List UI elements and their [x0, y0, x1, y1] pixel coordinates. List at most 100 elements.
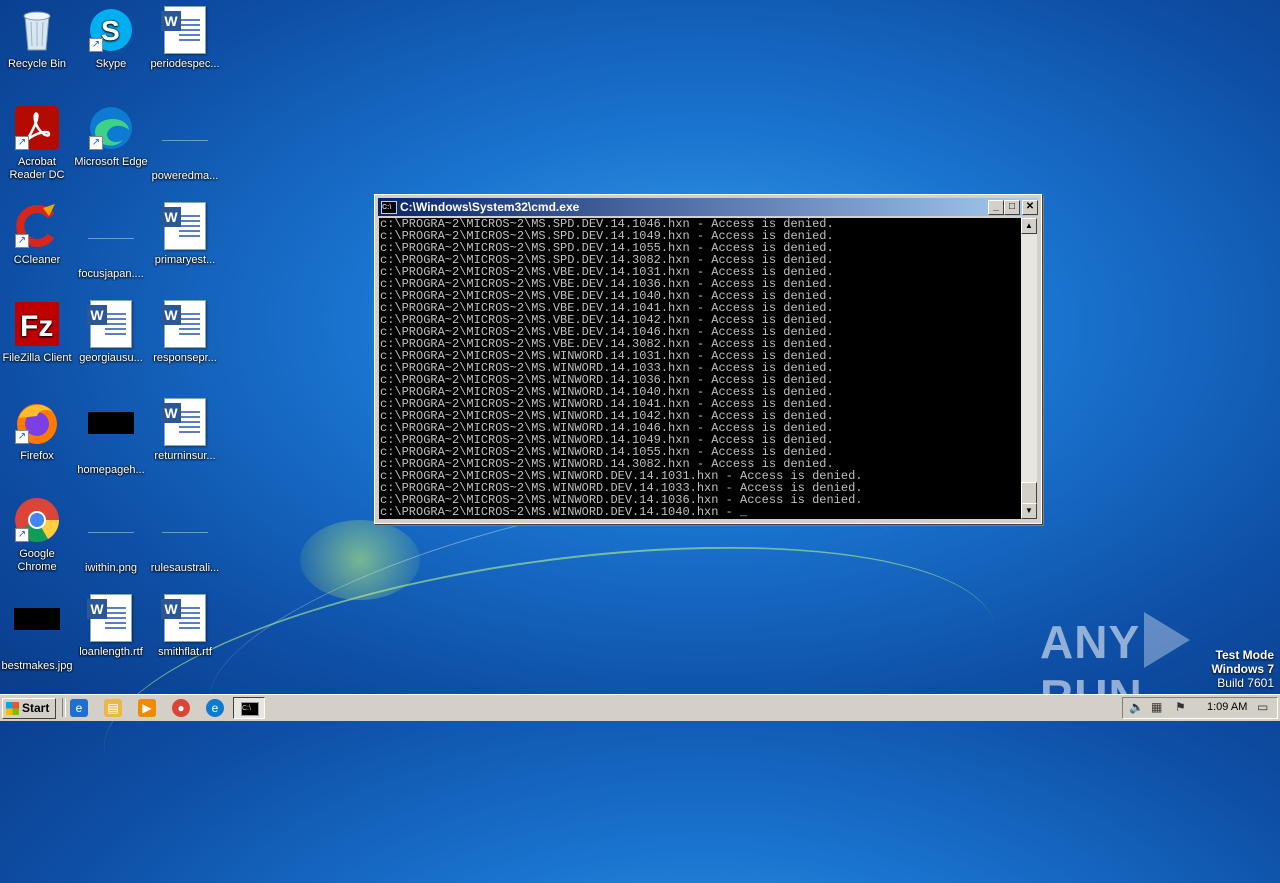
action-center-flag-icon[interactable]: ⚑: [1175, 700, 1186, 714]
recycle-bin-icon: [13, 6, 61, 54]
build-label: Build 7601: [1217, 676, 1274, 690]
scroll-thumb[interactable]: [1021, 482, 1037, 504]
desktop-icon-georgiausu[interactable]: W georgiausu...: [74, 300, 148, 365]
desktop-icon-label: bestmakes.jpg: [1, 660, 73, 672]
desktop-icon-filezilla[interactable]: Fz FileZilla Client: [0, 300, 74, 365]
desktop-icon-label: CCleaner: [13, 254, 61, 266]
taskbar-separator: [62, 698, 66, 717]
chrome-taskbar-icon[interactable]: ●: [172, 699, 190, 717]
system-tray: 🔈 ▦ ⚑ 1:09 AM ▭: [1122, 697, 1278, 719]
desktop-icon-label: Acrobat Reader DC: [9, 156, 65, 181]
desktop-icon-label: Firefox: [20, 450, 54, 462]
show-desktop-icon[interactable]: ▭: [1257, 700, 1268, 714]
desktop-icon-smithflat[interactable]: W smithflat.rtf: [148, 594, 222, 659]
edge-taskbar-icon[interactable]: e: [206, 699, 224, 717]
shortcut-arrow-icon: ↗: [15, 136, 29, 150]
shortcut-arrow-icon: ↗: [89, 38, 103, 52]
image-thumbnail-icon: [13, 608, 61, 656]
word-document-icon: W: [161, 202, 209, 250]
desktop-icon-label: returninsur...: [154, 450, 216, 462]
svg-text:S: S: [101, 15, 120, 46]
desktop-icon-primaryest[interactable]: W primaryest...: [148, 202, 222, 267]
windows-logo-icon: [6, 702, 19, 715]
word-document-icon: W: [161, 594, 209, 642]
word-document-icon: W: [87, 594, 135, 642]
desktop-icon-periodespec[interactable]: W periodespec...: [148, 6, 222, 71]
desktop-icon-returninsur[interactable]: W returninsur...: [148, 398, 222, 463]
desktop-icon-skype[interactable]: S ↗ Skype: [74, 6, 148, 71]
desktop-icon-bestmakes[interactable]: bestmakes.jpg: [0, 594, 74, 673]
word-document-icon: W: [161, 300, 209, 348]
scroll-down-button[interactable]: ▼: [1021, 503, 1037, 519]
word-document-icon: W: [161, 6, 209, 54]
desktop-icon-label: Microsoft Edge: [74, 156, 148, 168]
desktop-icon-label: poweredma...: [151, 170, 219, 182]
play-icon: [1144, 612, 1191, 668]
desktop-icon-iwithin[interactable]: iwithin.png: [74, 496, 148, 575]
wallpaper-glow: [300, 520, 420, 600]
os-label: Windows 7: [1211, 662, 1274, 676]
minimize-button[interactable]: _: [988, 200, 1004, 215]
test-mode-notice: Test Mode Windows 7 Build 7601: [1211, 648, 1274, 690]
network-icon[interactable]: ▦: [1151, 700, 1162, 714]
filezilla-icon: Fz: [13, 300, 61, 348]
shortcut-arrow-icon: ↗: [15, 528, 29, 542]
internet-explorer-icon[interactable]: e: [70, 699, 88, 717]
desktop-icon-label: georgiausu...: [79, 352, 143, 364]
clock[interactable]: 1:09 AM: [1207, 701, 1247, 713]
image-thumbnail-icon: [87, 412, 135, 460]
desktop-icon-loanlength[interactable]: W loanlength.rtf: [74, 594, 148, 659]
cmd-output-text: c:\PROGRA~2\MICROS~2\MS.SPD.DEV.14.1046.…: [379, 218, 1021, 518]
taskbar-cmd-button[interactable]: C:\: [233, 697, 265, 719]
desktop-icon-firefox[interactable]: ↗ Firefox: [0, 398, 74, 463]
cmd-taskbar-icon: C:\: [241, 702, 259, 716]
desktop-icon-label: primaryest...: [154, 254, 216, 266]
desktop-icon-label: periodespec...: [150, 58, 220, 70]
desktop-icon-ccleaner[interactable]: ↗ CCleaner: [0, 202, 74, 267]
ccleaner-icon: ↗: [13, 202, 61, 250]
desktop-icon-label: Recycle Bin: [7, 58, 67, 70]
file-explorer-icon[interactable]: ▤: [104, 699, 122, 717]
desktop-icon-responsepr[interactable]: W responsepr...: [148, 300, 222, 365]
cmd-window[interactable]: C:\ C:\Windows\System32\cmd.exe _ □ ✕ c:…: [374, 194, 1042, 524]
desktop-icon-poweredma[interactable]: poweredma...: [148, 104, 222, 183]
image-thumbnail-icon: [87, 510, 135, 558]
chrome-icon: ↗: [13, 496, 61, 544]
start-button[interactable]: Start: [2, 698, 56, 719]
desktop-icon-label: loanlength.rtf: [79, 646, 143, 658]
skype-icon: S ↗: [87, 6, 135, 54]
firefox-icon: ↗: [13, 398, 61, 446]
volume-icon[interactable]: 🔈: [1129, 700, 1144, 714]
desktop-icon-acrobat[interactable]: ↗ Acrobat Reader DC: [0, 104, 74, 182]
desktop-icon-chrome[interactable]: ↗ Google Chrome: [0, 496, 74, 574]
cmd-window-title: C:\Windows\System32\cmd.exe: [400, 200, 580, 214]
file-thumbnail-icon: [161, 510, 209, 558]
test-mode-label: Test Mode: [1215, 648, 1274, 662]
media-player-icon[interactable]: ▶: [138, 699, 156, 717]
desktop-icon-label: iwithin.png: [85, 562, 137, 574]
word-document-icon: W: [87, 300, 135, 348]
desktop-icon-label: rulesaustrali...: [150, 562, 220, 574]
taskbar: Start e ▤ ▶ ● e C:\ 🔈 ▦ ⚑ 1:09 AM ▭: [0, 694, 1280, 721]
scroll-up-button[interactable]: ▲: [1021, 218, 1037, 234]
desktop-icon-recycle-bin[interactable]: Recycle Bin: [0, 6, 74, 71]
file-thumbnail-icon: [87, 216, 135, 264]
close-button[interactable]: ✕: [1022, 200, 1038, 215]
desktop-icon-edge[interactable]: ↗ Microsoft Edge: [74, 104, 148, 169]
cmd-title-bar[interactable]: C:\ C:\Windows\System32\cmd.exe _ □ ✕: [378, 198, 1038, 216]
shortcut-arrow-icon: ↗: [89, 136, 103, 150]
vertical-scrollbar[interactable]: ▲ ▼: [1021, 218, 1037, 519]
desktop-icon-focusjapan[interactable]: focusjapan....: [74, 202, 148, 281]
desktop-icon-rulesaustrali[interactable]: rulesaustrali...: [148, 496, 222, 575]
desktop-icon-label: homepageh...: [77, 464, 145, 476]
cmd-console-output[interactable]: c:\PROGRA~2\MICROS~2\MS.SPD.DEV.14.1046.…: [379, 218, 1021, 519]
desktop-icon-homepageh[interactable]: homepageh...: [74, 398, 148, 477]
word-document-icon: W: [161, 398, 209, 446]
desktop-icon-label: Skype: [95, 58, 127, 70]
start-label: Start: [22, 701, 50, 715]
svg-text:Fz: Fz: [20, 310, 53, 343]
desktop-icon-label: smithflat.rtf: [158, 646, 212, 658]
watermark-any: ANY: [1040, 616, 1141, 668]
acrobat-icon: ↗: [13, 104, 61, 152]
maximize-button[interactable]: □: [1004, 200, 1020, 215]
